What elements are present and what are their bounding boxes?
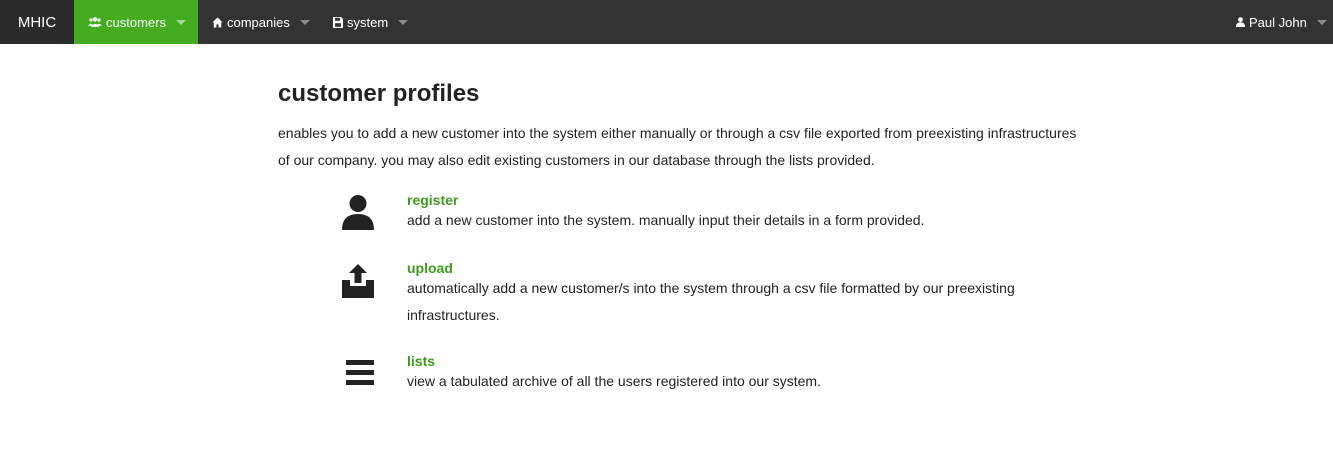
upload-link[interactable]: upload — [407, 260, 453, 276]
upload-icon — [340, 262, 376, 303]
intro-text: enables you to add a new customer into t… — [278, 125, 1077, 168]
page-title: customer profiles — [278, 80, 480, 107]
nav-companies-label: companies — [227, 14, 290, 30]
top-navbar: MHIC customers companies system Paul Joh… — [0, 0, 1333, 44]
nav-companies[interactable]: companies — [198, 0, 319, 44]
chevron-down-icon — [299, 19, 310, 25]
brand-link[interactable]: MHIC — [0, 0, 74, 44]
register-link[interactable]: register — [407, 192, 458, 208]
lists-link[interactable]: lists — [407, 353, 435, 369]
nav-system-label: system — [347, 14, 389, 30]
user-icon — [340, 194, 376, 235]
user-menu[interactable]: Paul John — [1222, 0, 1333, 44]
user-icon — [1236, 17, 1245, 27]
chevron-down-icon — [1316, 19, 1327, 25]
group-icon — [88, 17, 102, 27]
chevron-down-icon — [398, 19, 409, 25]
nav-system[interactable]: system — [319, 0, 419, 44]
nav-customers-label: customers — [106, 14, 166, 30]
user-name: Paul John — [1249, 14, 1307, 30]
home-icon — [212, 17, 223, 28]
upload-description: automatically add a new customer/s into … — [407, 280, 1015, 323]
chevron-down-icon — [175, 19, 186, 25]
register-description: add a new customer into the system. manu… — [407, 212, 925, 228]
lists-description: view a tabulated archive of all the user… — [407, 373, 821, 389]
list-icon — [340, 358, 376, 393]
nav-customers[interactable]: customers — [74, 0, 198, 44]
brand-label: MHIC — [17, 13, 57, 31]
save-icon — [333, 16, 343, 28]
